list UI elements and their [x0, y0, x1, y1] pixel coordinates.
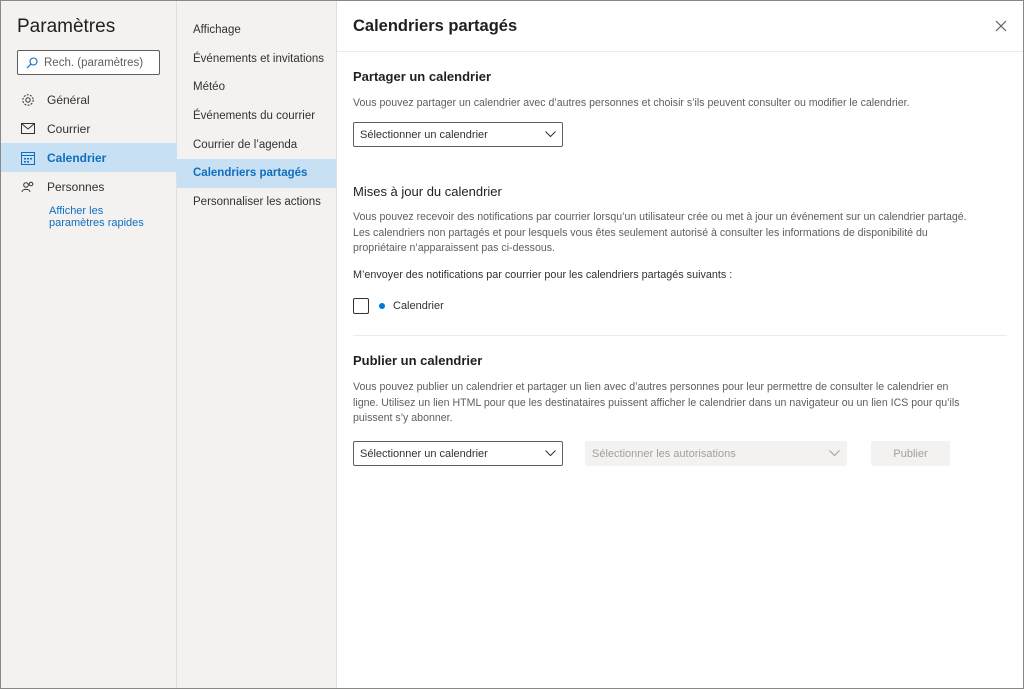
page-title: Calendriers partagés	[353, 16, 518, 35]
content-header: Calendriers partagés	[337, 1, 1023, 52]
subnav-item-customize-actions[interactable]: Personnaliser les actions	[177, 188, 336, 217]
close-icon[interactable]	[995, 16, 1007, 36]
section-divider	[353, 335, 1007, 336]
calendar-color-dot	[379, 303, 385, 309]
settings-content: Calendriers partagés Partager un calendr…	[337, 1, 1023, 688]
sidebar-item-mail[interactable]: Courrier	[1, 114, 177, 143]
sidebar-item-label: Personnes	[47, 179, 105, 194]
sidebar-item-label: Général	[47, 92, 90, 107]
chevron-down-icon	[829, 450, 840, 457]
search-placeholder: Rech. (paramètres)	[44, 56, 144, 69]
publish-calendar-dropdown[interactable]: Sélectionner un calendrier	[353, 441, 563, 466]
publish-heading: Publier un calendrier	[353, 353, 483, 368]
updates-description-line: Les calendriers non partagés et pour les…	[353, 226, 928, 239]
subnav-item-shared-calendars[interactable]: Calendriers partagés	[177, 158, 336, 188]
notify-label: M’envoyer des notifications par courrier…	[353, 269, 733, 281]
sidebar-nav: Général Courrier Calendrier Personnes	[1, 85, 177, 201]
calendar-notify-row: Calendrier	[353, 298, 444, 314]
dropdown-value: Sélectionner un calendrier	[360, 447, 488, 460]
sidebar-item-people[interactable]: Personnes	[1, 172, 177, 201]
settings-sidebar: Paramètres Rech. (paramètres) Général Co…	[1, 1, 177, 688]
sidebar-item-label: Courrier	[47, 121, 91, 136]
sidebar-item-general[interactable]: Général	[1, 85, 177, 114]
updates-description-line: Vous pouvez recevoir des notifications p…	[353, 211, 967, 223]
subnav-item-display[interactable]: Affichage	[177, 16, 336, 45]
subnav-item-calendar-mail[interactable]: Courrier de l’agenda	[177, 130, 336, 159]
sidebar-item-label: Calendrier	[47, 150, 107, 165]
mail-icon	[20, 121, 36, 137]
updates-description: Vous pouvez recevoir des notifications p…	[353, 210, 1023, 257]
publish-description-line: puissent s’y abonner.	[353, 412, 453, 424]
subnav-item-weather[interactable]: Météo	[177, 73, 336, 102]
permissions-dropdown[interactable]: Sélectionner les autorisations	[585, 441, 847, 466]
sidebar-item-calendar[interactable]: Calendrier	[1, 143, 177, 172]
subnav-item-events-from-email[interactable]: Événements du courrier	[177, 102, 336, 131]
gear-icon	[20, 92, 36, 108]
publish-button[interactable]: Publier	[871, 441, 950, 466]
calendar-notify-checkbox[interactable]	[353, 298, 369, 314]
settings-title: Paramètres	[17, 16, 116, 37]
dropdown-value: Sélectionner les autorisations	[592, 447, 736, 460]
share-heading: Partager un calendrier	[353, 69, 491, 84]
calendar-icon	[20, 150, 36, 166]
chevron-down-icon	[545, 450, 556, 457]
share-description: Vous pouvez partager un calendrier avec …	[353, 97, 910, 109]
calendar-subnav: Affichage Événements et invitations Mété…	[177, 1, 337, 688]
search-icon	[26, 56, 38, 68]
updates-description-line: propriétaire n’apparaissent pas ci-desso…	[353, 242, 555, 254]
quick-settings-link[interactable]: Afficher les paramètres rapides	[49, 205, 159, 229]
search-input[interactable]: Rech. (paramètres)	[17, 50, 160, 75]
chevron-down-icon	[545, 131, 556, 138]
settings-dialog: Paramètres Rech. (paramètres) Général Co…	[0, 0, 1024, 689]
publish-description: Vous pouvez publier un calendrier et par…	[353, 380, 1023, 427]
subnav-item-events-invitations[interactable]: Événements et invitations	[177, 45, 336, 74]
people-icon	[20, 179, 36, 195]
dropdown-value: Sélectionner un calendrier	[360, 128, 488, 141]
publish-description-line: ligne. Utilisez un lien HTML pour que le…	[353, 396, 960, 409]
share-calendar-dropdown[interactable]: Sélectionner un calendrier	[353, 122, 563, 147]
calendar-name: Calendrier	[393, 300, 444, 312]
updates-heading: Mises à jour du calendrier	[353, 184, 502, 199]
publish-description-line: Vous pouvez publier un calendrier et par…	[353, 381, 949, 393]
